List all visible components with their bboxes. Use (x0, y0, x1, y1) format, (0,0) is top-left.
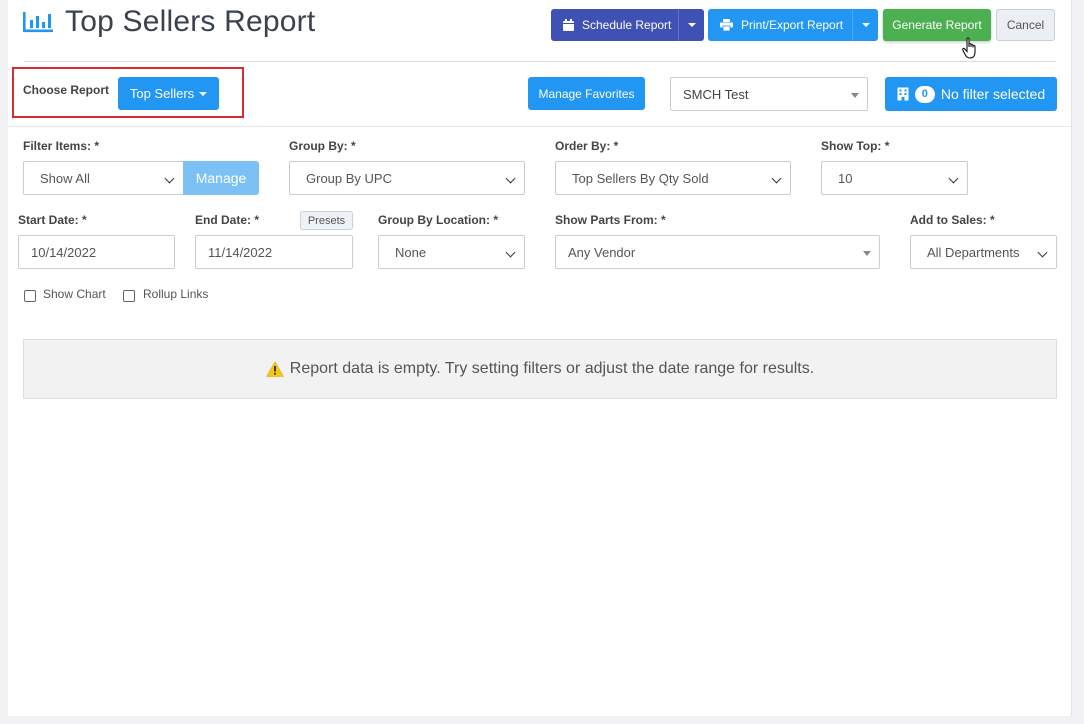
show-top-select[interactable]: 10 (821, 161, 968, 195)
store-select[interactable]: SMCH Test (670, 77, 868, 111)
bar-chart-icon (23, 12, 53, 33)
end-date-input[interactable]: 11/14/2022 (195, 235, 353, 269)
print-export-button[interactable]: Print/Export Report (708, 9, 878, 41)
order-by-value: Top Sellers By Qty Sold (572, 170, 709, 186)
store-filter-button[interactable]: 0 No filter selected (885, 77, 1057, 111)
chevron-down-icon (164, 173, 175, 184)
show-top-value: 10 (838, 170, 853, 186)
show-parts-from-value: Any Vendor (568, 244, 636, 260)
show-parts-from-select[interactable]: Any Vendor (555, 235, 880, 269)
report-type-dropdown[interactable]: Top Sellers (118, 77, 219, 110)
filter-items-select[interactable]: Show All (23, 161, 184, 195)
filter-count-badge: 0 (914, 85, 935, 103)
chevron-down-icon (771, 173, 782, 184)
caret-down-icon (861, 23, 870, 27)
group-by-location-select[interactable]: None (378, 235, 525, 269)
order-by-label: Order By: * (555, 139, 619, 153)
group-by-label: Group By: * (289, 139, 356, 153)
dropdown-arrow-icon (863, 251, 871, 256)
rollup-links-checkbox[interactable] (123, 290, 135, 302)
manage-favorites-button[interactable]: Manage Favorites (528, 77, 645, 110)
chevron-down-icon (505, 173, 516, 184)
show-chart-label: Show Chart (43, 287, 106, 301)
start-date-label: Start Date: * (18, 213, 87, 227)
filter-items-label: Filter Items: * (23, 139, 100, 153)
schedule-report-main[interactable]: Schedule Report (551, 9, 678, 41)
schedule-report-dropdown[interactable] (678, 9, 704, 41)
cancel-button[interactable]: Cancel (996, 9, 1055, 41)
rollup-links-label: Rollup Links (143, 287, 209, 301)
group-by-value: Group By UPC (306, 170, 392, 186)
order-by-select[interactable]: Top Sellers By Qty Sold (555, 161, 791, 195)
cursor-hand-icon (962, 37, 976, 59)
building-icon (897, 87, 909, 101)
chevron-down-icon (505, 247, 516, 258)
report-type-label: Top Sellers (129, 86, 195, 101)
group-by-location-label: Group By Location: * (378, 213, 498, 227)
filter-label: No filter selected (940, 86, 1046, 102)
show-parts-from-label: Show Parts From: * (555, 213, 666, 227)
chevron-down-icon (1037, 247, 1048, 258)
dropdown-arrow-icon (851, 93, 859, 98)
schedule-report-label: Schedule Report (582, 18, 672, 32)
store-select-value: SMCH Test (683, 86, 749, 102)
start-date-value: 10/14/2022 (31, 244, 97, 260)
manage-button[interactable]: Manage (183, 161, 259, 195)
header-divider (24, 61, 1056, 62)
caret-down-icon (199, 91, 208, 96)
add-to-sales-select[interactable]: All Departments (910, 235, 1057, 269)
add-to-sales-label: Add to Sales: * (910, 213, 995, 227)
report-page: Top Sellers Report Schedule Report Print… (8, 0, 1072, 716)
end-date-label: End Date: * (195, 213, 260, 227)
add-to-sales-value: All Departments (927, 244, 1020, 260)
calendar-icon (563, 19, 574, 31)
page-title: Top Sellers Report (65, 5, 316, 38)
empty-report-message: Report data is empty. Try setting filter… (289, 360, 815, 377)
warning-icon (265, 361, 284, 377)
show-chart-checkbox[interactable] (24, 290, 36, 302)
page-border (1071, 0, 1072, 716)
choose-report-label: Choose Report (23, 83, 110, 97)
empty-report-alert: Report data is empty. Try setting filter… (23, 339, 1057, 399)
group-by-location-value: None (395, 244, 427, 260)
schedule-report-button[interactable]: Schedule Report (551, 9, 704, 41)
print-export-main[interactable]: Print/Export Report (708, 9, 852, 41)
presets-button[interactable]: Presets (300, 211, 353, 230)
filter-items-value: Show All (40, 170, 90, 186)
caret-down-icon (687, 23, 696, 27)
show-top-label: Show Top: * (821, 139, 890, 153)
print-export-dropdown[interactable] (852, 9, 878, 41)
end-date-value: 11/14/2022 (208, 244, 273, 260)
print-export-label: Print/Export Report (741, 18, 844, 32)
toolbar-divider (8, 126, 1072, 127)
group-by-select[interactable]: Group By UPC (289, 161, 525, 195)
chevron-down-icon (948, 173, 959, 184)
start-date-input[interactable]: 10/14/2022 (18, 235, 175, 269)
printer-icon (720, 19, 733, 31)
